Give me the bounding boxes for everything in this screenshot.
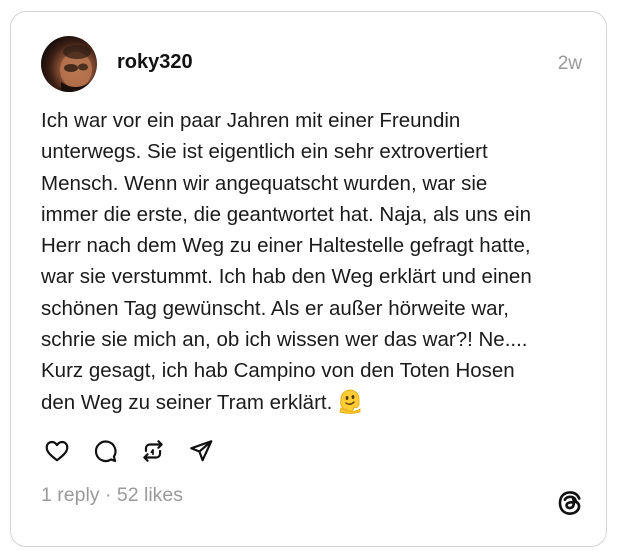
post-stats: 1 reply · 52 likes: [41, 484, 183, 507]
post-text-line: war sie verstummt. Ich hab den Weg erklä…: [41, 265, 532, 289]
post-text: Ich war vor ein paar Jahren mit einer Fr…: [41, 105, 589, 423]
post-text-line: Ich war vor ein paar Jahren mit einer Fr…: [41, 109, 461, 132]
share-icon: [190, 440, 213, 462]
post-time: 2w: [557, 53, 582, 74]
username[interactable]: roky320: [117, 51, 193, 74]
melting-face-emoji: [338, 388, 362, 423]
likes-count-link[interactable]: 52 likes: [117, 484, 183, 506]
avatar[interactable]: [41, 36, 97, 92]
post-text-line: unterwegs. Sie ist eigentlich ein sehr e…: [41, 140, 488, 164]
share-button[interactable]: [185, 435, 217, 467]
repost-icon: [143, 440, 163, 462]
avatar-image: [60, 45, 92, 92]
post-text-line: Kurz gesagt, ich hab Campino von den Tot…: [41, 359, 515, 383]
post-text-line: den Weg zu seiner Tram erklärt.: [41, 390, 333, 414]
threads-logo[interactable]: [555, 488, 585, 518]
heart-icon: [45, 440, 69, 462]
post-text-line: schönen Tag gewünscht. Als er außer hörw…: [41, 296, 509, 320]
action-bar: [41, 435, 233, 467]
comment-icon: [94, 440, 117, 463]
post-text-line: immer die erste, die geantwortet hat. Na…: [41, 202, 531, 226]
post-text-line: Mensch. Wenn wir angequatscht wurden, wa…: [41, 171, 488, 195]
repost-button[interactable]: [137, 435, 169, 467]
post-card: roky320 2w Ich war vor ein paar Jahren m…: [10, 11, 607, 547]
post-text-line: schrie sie mich an, ob ich wissen wer da…: [41, 328, 528, 352]
post-text-line-last: den Weg zu seiner Tram erklärt.: [41, 387, 589, 423]
reply-button[interactable]: [89, 435, 121, 467]
threads-logo-icon: [558, 491, 581, 515]
replies-count-link[interactable]: 1 reply: [41, 484, 100, 506]
like-button[interactable]: [41, 435, 73, 467]
stats-separator: ·: [99, 484, 117, 506]
post-text-line: Herr nach dem Weg zu einer Haltestelle g…: [41, 234, 531, 258]
